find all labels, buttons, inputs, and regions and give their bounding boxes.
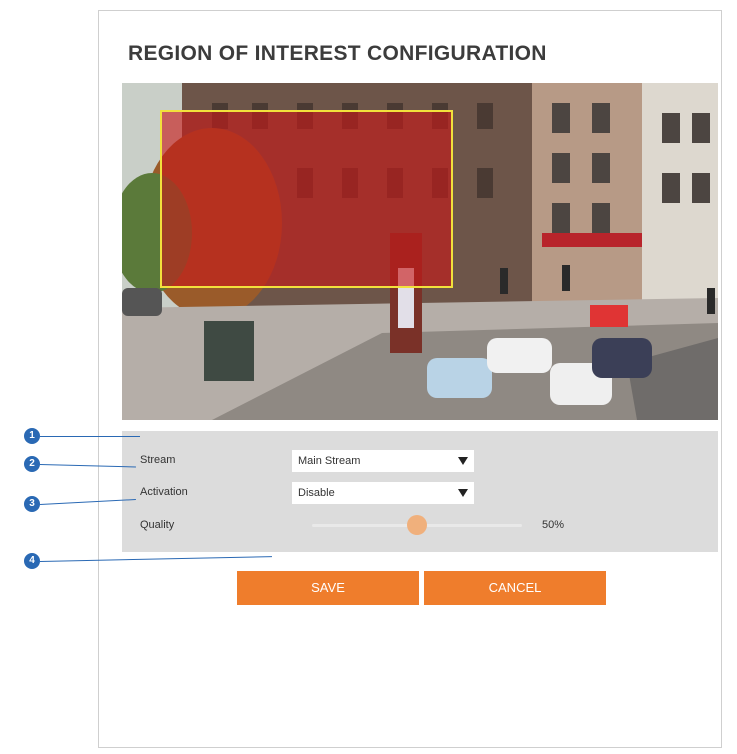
roi-settings-area: Stream Main Stream Activation Disable Qu…: [122, 431, 718, 552]
save-button[interactable]: SAVE: [237, 571, 419, 605]
stream-select[interactable]: Main Stream: [292, 450, 474, 472]
dropdown-arrow-icon: [458, 489, 468, 497]
dropdown-arrow-icon: [458, 457, 468, 465]
callout-marker-3: 3: [24, 496, 40, 512]
stream-select-value: Main Stream: [298, 455, 361, 467]
activation-label: Activation: [140, 486, 188, 498]
cancel-button[interactable]: CANCEL: [424, 571, 606, 605]
callout-line-1: [40, 436, 140, 437]
activation-select-value: Disable: [298, 487, 335, 499]
callout-marker-2: 2: [24, 456, 40, 472]
page-title: REGION OF INTEREST CONFIGURATION: [128, 42, 547, 65]
callout-marker-1: 1: [24, 428, 40, 444]
quality-label: Quality: [140, 519, 175, 531]
roi-region-overlay[interactable]: [160, 110, 453, 288]
callout-marker-4: 4: [24, 553, 40, 569]
stream-label: Stream: [140, 454, 176, 466]
quality-value: 50%: [542, 519, 565, 531]
activation-select[interactable]: Disable: [292, 482, 474, 504]
camera-preview[interactable]: [122, 83, 718, 420]
quality-slider-thumb[interactable]: [407, 515, 427, 535]
